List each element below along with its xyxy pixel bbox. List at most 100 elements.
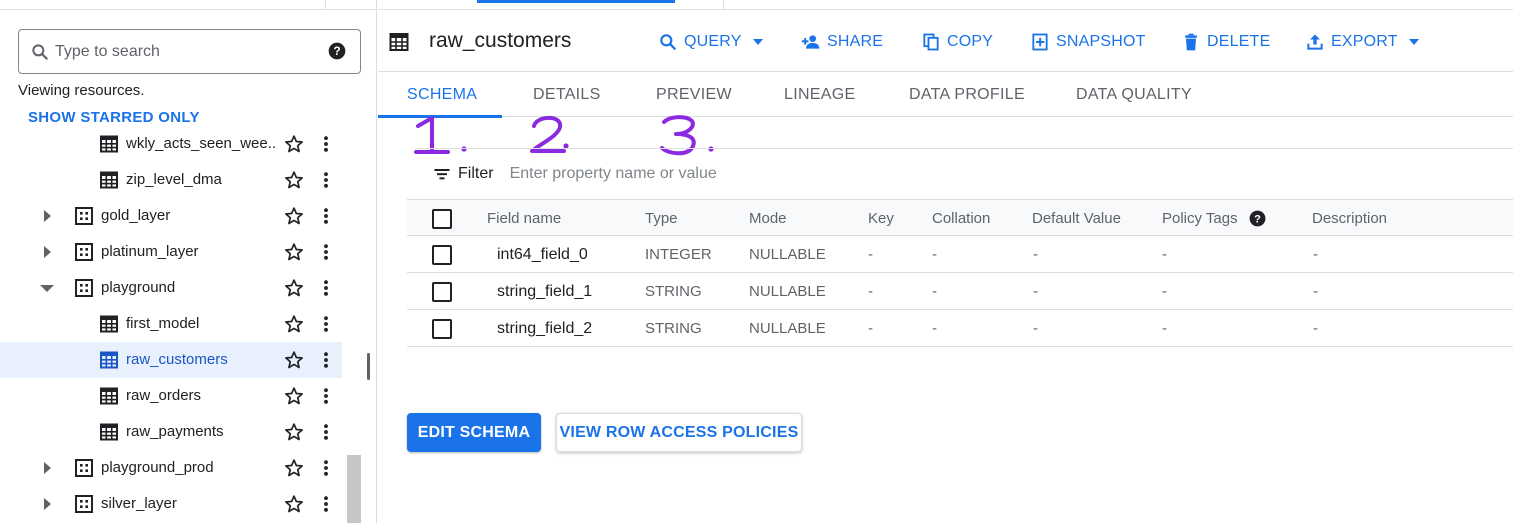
- row-checkbox[interactable]: [432, 245, 452, 265]
- tree-node-silver-layer[interactable]: silver_layer: [0, 486, 342, 522]
- tab-schema[interactable]: SCHEMA: [407, 86, 477, 104]
- copy-button[interactable]: COPY: [921, 30, 993, 54]
- tree-node-zip-level-dma[interactable]: zip_level_dma: [0, 162, 342, 198]
- edit-schema-button[interactable]: EDIT SCHEMA: [407, 413, 541, 452]
- tree-node-raw-payments[interactable]: raw_payments: [0, 414, 342, 450]
- column-header-type[interactable]: Type: [645, 210, 678, 227]
- tree-node-raw-customers[interactable]: raw_customers: [0, 342, 342, 378]
- delete-button[interactable]: DELETE: [1181, 30, 1270, 54]
- tab-lineage[interactable]: LINEAGE: [784, 86, 855, 104]
- tree-node-label: raw_customers: [126, 351, 228, 368]
- tree-node-wkly-acts-seen-wee-[interactable]: wkly_acts_seen_wee...: [0, 128, 342, 162]
- tree-node-label: raw_orders: [126, 387, 202, 404]
- tree-node-label: platinum_layer: [101, 243, 199, 260]
- more-vert-icon[interactable]: [316, 494, 336, 514]
- show-starred-only-link[interactable]: SHOW STARRED ONLY: [28, 109, 200, 126]
- column-header-key[interactable]: Key: [868, 210, 894, 227]
- export-button[interactable]: EXPORT: [1305, 30, 1421, 54]
- tree-node-playground[interactable]: playground: [0, 270, 342, 306]
- star-icon[interactable]: [284, 278, 304, 298]
- more-vert-icon[interactable]: [316, 278, 336, 298]
- more-vert-icon[interactable]: [316, 206, 336, 226]
- column-header-default-value[interactable]: Default Value: [1032, 210, 1121, 227]
- annotation-2: 2.: [528, 114, 569, 153]
- cell-default-value: -: [1033, 320, 1038, 337]
- filter-input[interactable]: [509, 163, 830, 185]
- person-add-icon: [801, 35, 820, 49]
- more-vert-icon[interactable]: [316, 314, 336, 334]
- svg-text:?: ?: [1254, 213, 1261, 225]
- cell-policy-tags: -: [1162, 246, 1167, 263]
- star-icon[interactable]: [284, 206, 304, 226]
- star-icon[interactable]: [284, 422, 304, 442]
- table-icon: [389, 33, 409, 51]
- query-button[interactable]: QUERY: [658, 30, 765, 54]
- tree-node-gold-layer[interactable]: gold_layer: [0, 198, 342, 234]
- column-header-mode[interactable]: Mode: [749, 210, 787, 227]
- star-icon[interactable]: [284, 134, 304, 154]
- table-row[interactable]: int64_field_0 INTEGER NULLABLE - - - - -: [407, 236, 1513, 273]
- tab-data-quality[interactable]: DATA QUALITY: [1076, 86, 1192, 104]
- star-icon[interactable]: [284, 350, 304, 370]
- star-icon[interactable]: [284, 314, 304, 334]
- star-icon[interactable]: [284, 242, 304, 262]
- cell-default-value: -: [1033, 246, 1038, 263]
- view-row-access-policies-button[interactable]: VIEW ROW ACCESS POLICIES: [556, 413, 802, 452]
- explorer-scrollbar[interactable]: [347, 455, 361, 523]
- query-button-label: QUERY: [684, 33, 742, 50]
- tree-node-platinum-layer[interactable]: platinum_layer: [0, 234, 342, 270]
- help-icon[interactable]: ?: [1248, 209, 1267, 228]
- caret-right-icon[interactable]: [40, 245, 54, 259]
- filter-divider: [415, 148, 1513, 149]
- share-button[interactable]: SHARE: [801, 30, 883, 54]
- explorer-search-box[interactable]: ?: [18, 29, 361, 74]
- caret-down-icon[interactable]: [40, 281, 54, 295]
- column-header-collation[interactable]: Collation: [932, 210, 990, 227]
- tree-node-first-model[interactable]: first_model: [0, 306, 342, 342]
- tab-details[interactable]: DETAILS: [533, 86, 601, 104]
- star-icon[interactable]: [284, 494, 304, 514]
- annotation-2-text: 2.: [528, 114, 530, 115]
- caret-right-icon[interactable]: [40, 497, 54, 511]
- row-checkbox[interactable]: [432, 282, 452, 302]
- explorer-top-divider: [0, 0, 377, 10]
- column-header-policy-tags[interactable]: Policy Tags: [1162, 210, 1238, 227]
- more-vert-icon[interactable]: [316, 458, 336, 478]
- explorer-search-input[interactable]: [55, 40, 325, 64]
- select-all-checkbox[interactable]: [432, 209, 452, 229]
- more-vert-icon[interactable]: [316, 422, 336, 442]
- svg-text:?: ?: [333, 45, 340, 58]
- cell-key: -: [868, 320, 873, 337]
- tree-node-raw-orders[interactable]: raw_orders: [0, 378, 342, 414]
- more-vert-icon[interactable]: [316, 386, 336, 406]
- table-row[interactable]: string_field_2 STRING NULLABLE - - - - -: [407, 310, 1513, 347]
- star-icon[interactable]: [284, 386, 304, 406]
- caret-right-icon[interactable]: [40, 461, 54, 475]
- tab-preview[interactable]: PREVIEW: [656, 86, 732, 104]
- row-checkbox[interactable]: [432, 319, 452, 339]
- table-details-panel: raw_customers QUERY SHARE COPY SNAPSHOT …: [378, 0, 1513, 523]
- help-icon[interactable]: ?: [327, 41, 347, 61]
- table-row[interactable]: string_field_1 STRING NULLABLE - - - - -: [407, 273, 1513, 310]
- more-vert-icon[interactable]: [316, 170, 336, 190]
- cell-key: -: [868, 246, 873, 263]
- more-vert-icon[interactable]: [316, 134, 336, 154]
- cell-mode: NULLABLE: [749, 283, 826, 300]
- snapshot-button-label: SNAPSHOT: [1056, 33, 1146, 50]
- tab-data-profile[interactable]: DATA PROFILE: [909, 86, 1025, 104]
- tree-node-label: gold_layer: [101, 207, 171, 224]
- snapshot-button[interactable]: SNAPSHOT: [1030, 30, 1146, 54]
- star-icon[interactable]: [284, 170, 304, 190]
- tree-node-label: playground_prod: [101, 459, 214, 476]
- panel-resize-handle[interactable]: [367, 353, 370, 380]
- column-header-description[interactable]: Description: [1312, 210, 1387, 227]
- cell-mode: NULLABLE: [749, 246, 826, 263]
- tree-node-playground-prod[interactable]: playground_prod: [0, 450, 342, 486]
- more-vert-icon[interactable]: [316, 242, 336, 262]
- caret-right-icon[interactable]: [40, 209, 54, 223]
- cell-mode: NULLABLE: [749, 320, 826, 337]
- more-vert-icon[interactable]: [316, 350, 336, 370]
- column-header-field-name[interactable]: Field name: [487, 210, 561, 227]
- filter-icon[interactable]: [432, 164, 452, 184]
- star-icon[interactable]: [284, 458, 304, 478]
